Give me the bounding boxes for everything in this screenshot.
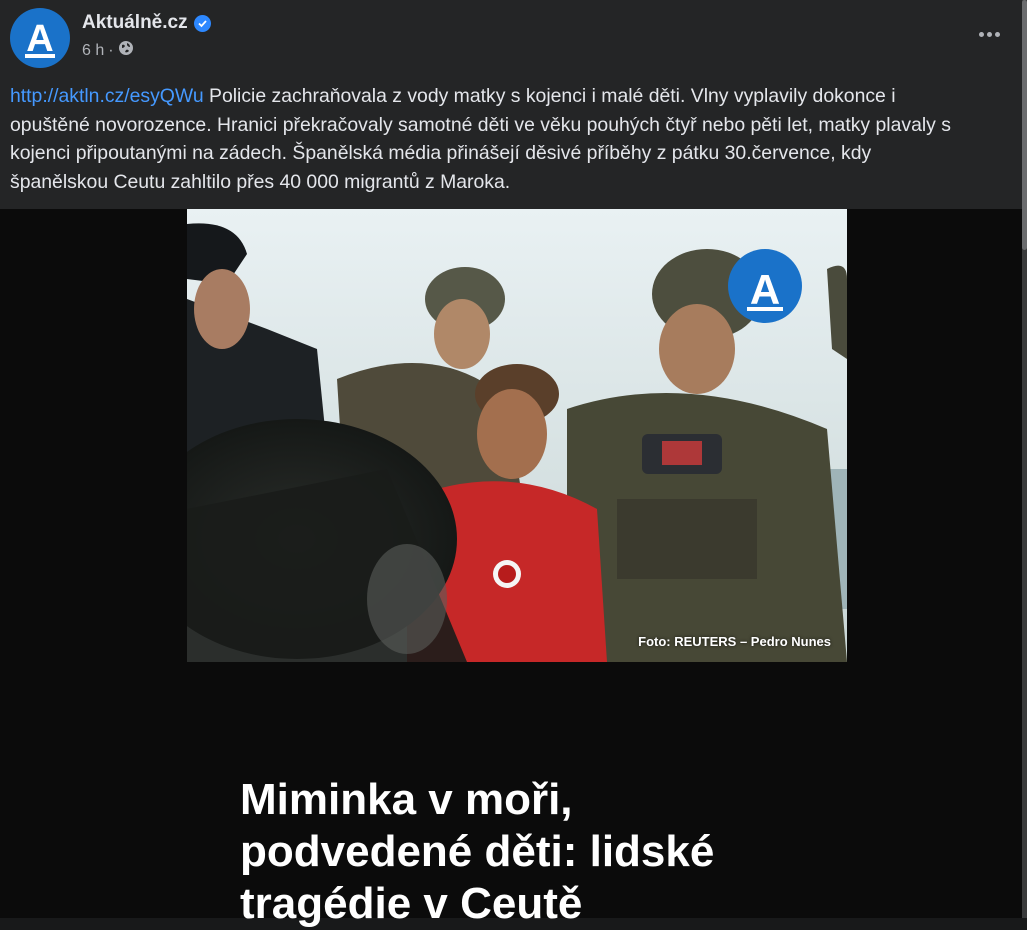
post-text-line-1: http://aktln.cz/esyQWu Policie zachraňov… [10, 85, 896, 107]
facebook-post: A Aktuálně.cz 6 h · http://aktln.cz/esyQ… [0, 0, 1022, 928]
photo-credit: Foto: REUTERS – Pedro Nunes [638, 634, 831, 649]
post-author: Aktuálně.cz [82, 12, 211, 34]
headline-line-3: tragédie v Ceutě [240, 879, 583, 928]
photo-illustration: A [187, 209, 847, 662]
aktualne-logo-icon: A [25, 18, 55, 60]
globe-icon [118, 40, 134, 61]
headline-line-2: podvedené děti: lidské [240, 827, 715, 876]
headline-line-1: Miminka v moři, [240, 775, 573, 824]
svg-text:A: A [26, 18, 53, 60]
scrollbar[interactable] [1022, 0, 1027, 918]
post-meta: 6 h · [82, 40, 134, 61]
scrollbar-thumb[interactable] [1022, 0, 1027, 250]
photo-logo-letter: A [750, 266, 780, 313]
post-timestamp[interactable]: 6 h [82, 42, 104, 60]
media-headline: Miminka v moři, podvedené děti: lidské t… [240, 774, 880, 930]
news-photo[interactable]: A Foto: REUTERS – Pedro Nunes [187, 209, 847, 662]
page-avatar[interactable]: A [10, 8, 70, 68]
author-name[interactable]: Aktuálně.cz [82, 12, 188, 34]
meta-separator: · [108, 41, 114, 59]
post-text: http://aktln.cz/esyQWu Policie zachraňov… [10, 82, 1022, 196]
post-link[interactable]: http://aktln.cz/esyQWu [10, 85, 204, 107]
more-options-icon[interactable] [971, 22, 1007, 46]
post-text-line-4: španělskou Ceutu zahltilo přes 40 000 mi… [10, 170, 511, 193]
post-text-line-2: opuštěné novorozence. Hranici překračova… [10, 113, 951, 136]
post-text-line-3: kojenci připoutanými na zádech. Španělsk… [10, 142, 872, 164]
post-media[interactable]: A Foto: REUTERS – Pedro Nunes Miminka v … [0, 209, 1022, 928]
verified-badge-icon [193, 14, 211, 32]
